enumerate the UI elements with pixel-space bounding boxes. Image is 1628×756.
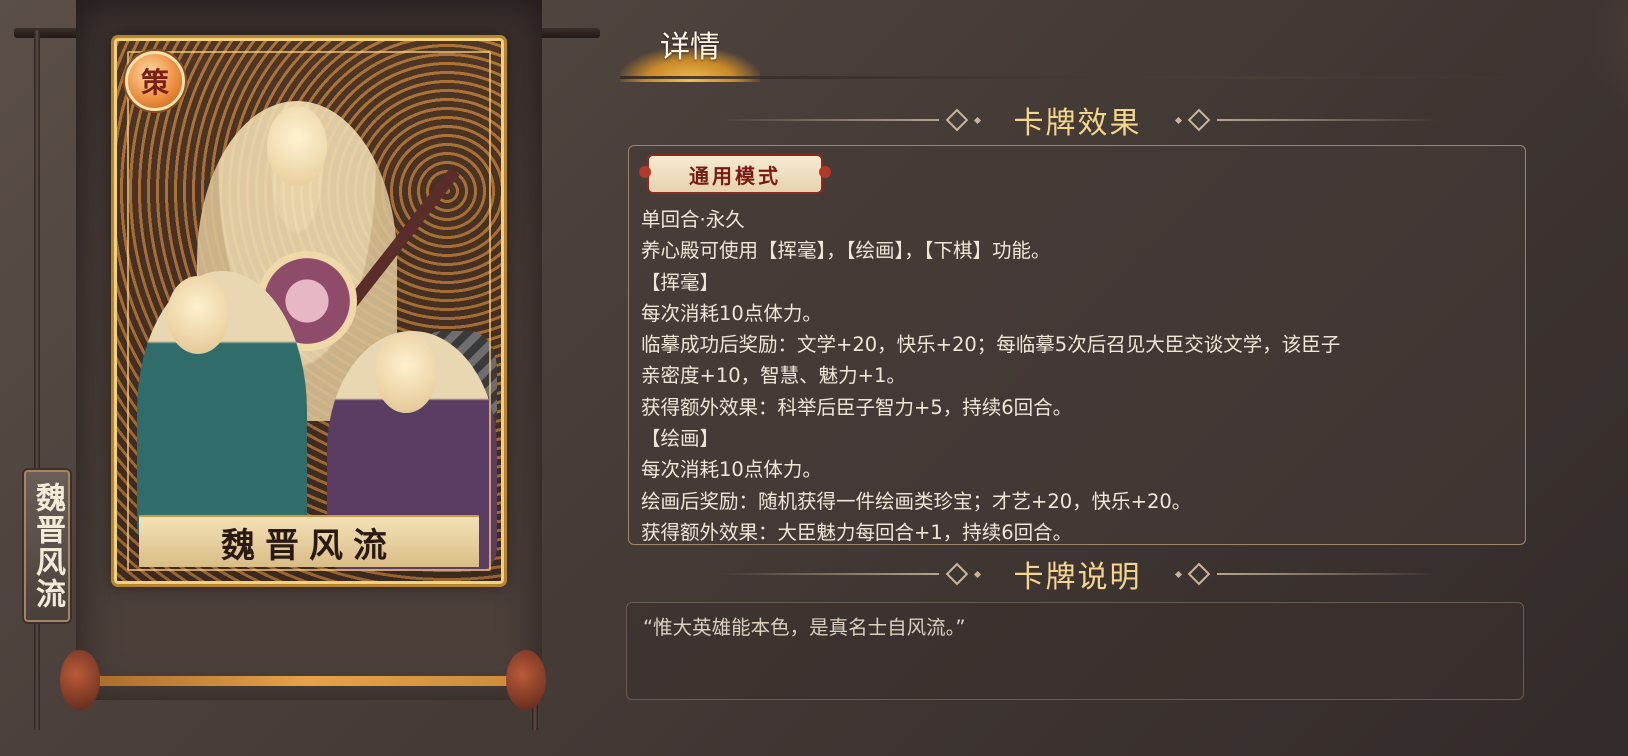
tab-details[interactable]: 详情: [620, 18, 770, 82]
effect-line: 每次消耗10点体力。: [641, 301, 822, 325]
effect-line: 每次消耗10点体力。: [641, 458, 822, 482]
tab-details-label: 详情: [660, 30, 720, 65]
effect-line: 单回合·永久: [641, 208, 745, 231]
effect-line: 绘画后奖励：随机获得一件绘画类珍宝；才艺+20，快乐+20。: [641, 489, 1192, 513]
tab-underline: [620, 76, 1520, 79]
effect-section-title: 卡牌效果: [1013, 106, 1142, 141]
scroll-pole-left: [34, 30, 40, 730]
scroll-roll-end-left: [60, 650, 100, 710]
header-line-right: [1216, 573, 1437, 575]
effect-line: 获得额外效果：科举后臣子智力+5，持续6回合。: [641, 395, 1073, 419]
effect-line: 亲密度+10，智慧、魅力+1。: [641, 364, 906, 388]
description-section-title: 卡牌说明: [1013, 560, 1142, 595]
card-type-badge: 策: [125, 51, 185, 111]
diamond-ornament-icon: [945, 108, 968, 132]
header-line-left: [718, 573, 939, 575]
effect-lines: 单回合·永久 养心殿可使用【挥毫】，【绘画】，【下棋】功能。 【挥毫】 每次消耗…: [641, 204, 1505, 544]
mode-tag: 通用模式: [639, 154, 831, 194]
header-line-right: [1216, 119, 1437, 121]
diamond-ornament-icon: [1187, 108, 1210, 132]
description-box: “惟大英雄能本色，是真名士自风流。”: [626, 602, 1524, 700]
description-section-header: 卡牌说明: [630, 550, 1525, 598]
header-line-left: [718, 119, 939, 121]
description-text: “惟大英雄能本色，是真名士自风流。”: [643, 616, 966, 639]
effect-line: 【挥毫】: [641, 270, 720, 294]
dot-ornament-icon: [1174, 116, 1182, 124]
scroll-roll-end-right: [506, 650, 546, 710]
diamond-ornament-icon: [945, 562, 968, 586]
card-inner-frame: [127, 51, 491, 571]
dot-ornament-icon: [973, 116, 981, 124]
effect-line: 【绘画】: [641, 427, 720, 451]
effect-line: 养心殿可使用【挥毫】，【绘画】，【下棋】功能。: [641, 239, 1051, 263]
effect-line: 获得额外效果：大臣魅力每回合+1，持续6回合。: [641, 520, 1073, 544]
card-vertical-title: 魏晋风流: [24, 470, 70, 622]
card-nameplate: 魏晋风流: [139, 515, 479, 567]
dot-ornament-icon: [973, 570, 981, 578]
card-artwork[interactable]: 策 魏晋风流: [114, 38, 504, 584]
effect-line: 临摹成功后奖励：文学+20，快乐+20；每临摹5次后召见大臣交谈文学，该臣子: [641, 333, 1341, 357]
diamond-ornament-icon: [1187, 562, 1210, 586]
effect-section-header: 卡牌效果: [630, 96, 1525, 144]
dot-ornament-icon: [1174, 570, 1182, 578]
effect-text-box[interactable]: 通用模式 单回合·永久 养心殿可使用【挥毫】，【绘画】，【下棋】功能。 【挥毫】…: [628, 145, 1526, 545]
scroll-bottom-rod: [82, 676, 534, 686]
